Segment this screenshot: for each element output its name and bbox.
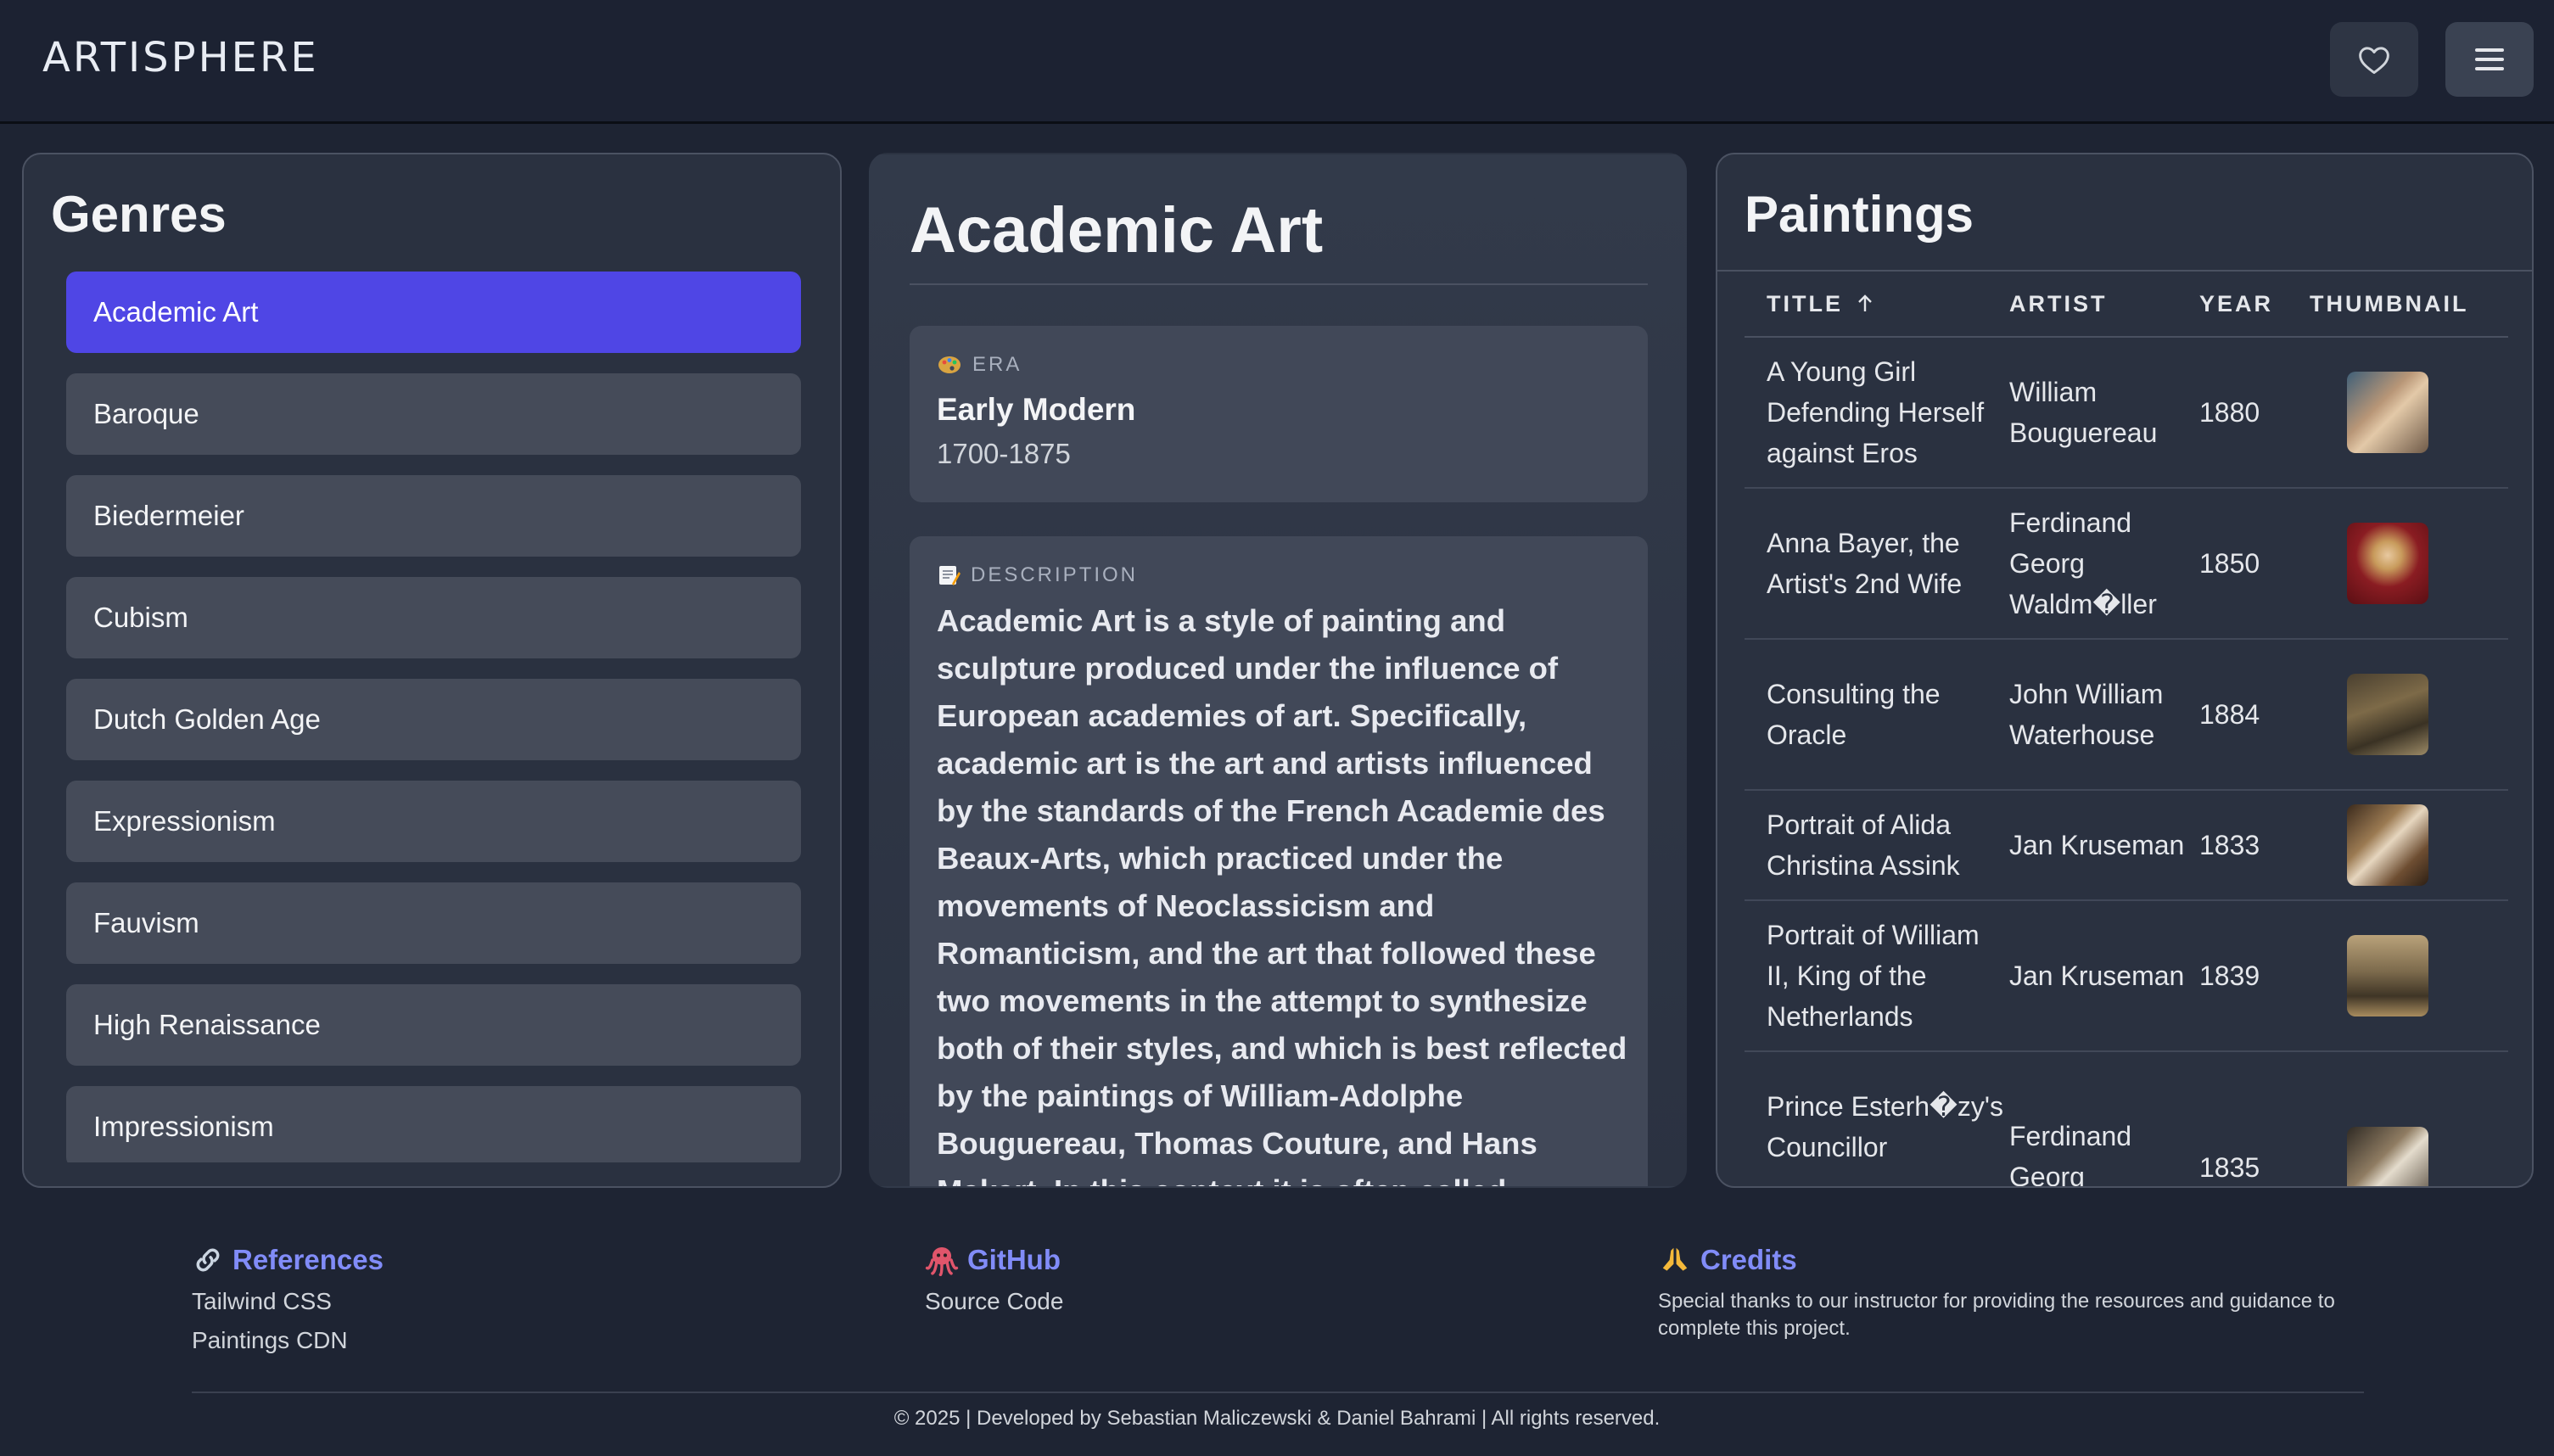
painting-year: 1880	[2199, 397, 2260, 428]
title-divider	[910, 283, 1648, 285]
memo-icon	[939, 566, 961, 585]
genres-title: Genres	[51, 186, 227, 243]
painting-artist: Ferdinand Georg Waldm�ller	[2009, 507, 2157, 619]
era-label-text: ERA	[972, 353, 1022, 376]
column-header-artist[interactable]: ARTIST	[2009, 291, 2199, 317]
paintings-table: TITLE ARTIST YEAR THUMBNAIL A Young Girl…	[1745, 272, 2508, 1186]
description-label-text: DESCRIPTION	[971, 563, 1139, 586]
era-label: ERA	[937, 353, 1022, 377]
link-source-code[interactable]: Source Code	[925, 1288, 1063, 1315]
painting-title: Prince Esterh�zy's Councillor	[1767, 1091, 2003, 1162]
column-header-title[interactable]: TITLE	[1745, 291, 2009, 317]
genre-description: Academic Art is a style of painting and …	[937, 603, 1627, 1186]
genre-item-cubism[interactable]: Cubism	[66, 577, 801, 658]
link-paintings-cdn[interactable]: Paintings CDN	[192, 1327, 384, 1354]
octopus-icon	[925, 1246, 959, 1276]
paintings-panel: Paintings TITLE ARTIST YEAR THUMBNAIL A …	[1716, 153, 2534, 1188]
painting-thumbnail[interactable]	[2347, 523, 2428, 604]
painting-artist: John William Waterhouse	[2009, 679, 2164, 750]
footer-credits: Credits Special thanks to our instructor…	[1658, 1244, 2379, 1342]
painting-thumbnail[interactable]	[2347, 372, 2428, 453]
heart-outline-icon	[2359, 47, 2389, 75]
painting-title: Anna Bayer, the Artist's 2nd Wife	[1767, 528, 1963, 599]
painting-title: Portrait of William II, King of the Neth…	[1767, 920, 1980, 1032]
description-card[interactable]: DESCRIPTION Academic Art is a style of p…	[910, 536, 1648, 1186]
painting-thumbnail[interactable]	[2347, 935, 2428, 1016]
painting-artist: Jan Kruseman	[2009, 830, 2185, 860]
era-name: Early Modern	[937, 392, 1136, 427]
painting-artist: William Bouguereau	[2009, 377, 2158, 448]
table-row[interactable]: Anna Bayer, the Artist's 2nd Wife Ferdin…	[1745, 489, 2508, 640]
github-heading: GitHub	[925, 1244, 1063, 1276]
genre-item-impressionism[interactable]: Impressionism	[66, 1086, 801, 1162]
github-title: GitHub	[967, 1244, 1061, 1275]
paintings-scroll-area[interactable]: Paintings TITLE ARTIST YEAR THUMBNAIL A …	[1717, 154, 2532, 1186]
column-title-label: TITLE	[1767, 290, 1843, 316]
painting-artist: Jan Kruseman	[2009, 960, 2185, 991]
era-card: ERA Early Modern 1700-1875	[910, 326, 1648, 502]
footer-divider	[192, 1392, 2364, 1393]
credits-heading: Credits	[1658, 1244, 2379, 1276]
painting-year: 1835	[2199, 1152, 2260, 1183]
painting-artist: Ferdinand Georg	[2009, 1121, 2132, 1186]
favorites-button[interactable]	[2330, 22, 2418, 97]
genre-item-fauvism[interactable]: Fauvism	[66, 882, 801, 964]
painting-thumbnail[interactable]	[2347, 1127, 2428, 1186]
table-row[interactable]: Consulting the Oracle John William Water…	[1745, 640, 2508, 791]
genre-item-high-renaissance[interactable]: High Renaissance	[66, 984, 801, 1066]
brand-logo[interactable]: ARTISPHERE	[42, 34, 319, 81]
footer-github: GitHub Source Code	[925, 1244, 1063, 1315]
palette-icon	[938, 356, 961, 373]
link-icon	[196, 1248, 220, 1272]
genre-item-expressionism[interactable]: Expressionism	[66, 781, 801, 862]
genres-panel: Genres Academic Art Baroque Biedermeier …	[22, 153, 842, 1188]
genre-item-dutch-golden-age[interactable]: Dutch Golden Age	[66, 679, 801, 760]
genre-item-biedermeier[interactable]: Biedermeier	[66, 475, 801, 557]
footer-references: References Tailwind CSS Paintings CDN	[192, 1244, 384, 1354]
genre-detail-title: Academic Art	[910, 194, 1324, 266]
painting-thumbnail[interactable]	[2347, 674, 2428, 755]
link-tailwind-css[interactable]: Tailwind CSS	[192, 1288, 384, 1315]
references-title: References	[232, 1244, 384, 1275]
hamburger-menu-icon	[2475, 42, 2504, 76]
folded-hands-icon	[1662, 1247, 1688, 1271]
table-row[interactable]: Prince Esterh�zy's Councillor Ferdinand …	[1745, 1052, 2508, 1186]
top-navbar: ARTISPHERE	[0, 0, 2554, 124]
credits-note: Special thanks to our instructor for pro…	[1658, 1290, 2335, 1340]
painting-year: 1833	[2199, 830, 2260, 860]
table-header: TITLE ARTIST YEAR THUMBNAIL	[1745, 272, 2508, 338]
era-years: 1700-1875	[937, 438, 1071, 469]
column-header-year[interactable]: YEAR	[2199, 291, 2310, 317]
genre-list: Academic Art Baroque Biedermeier Cubism …	[66, 272, 801, 1162]
painting-thumbnail[interactable]	[2347, 804, 2428, 886]
painting-year: 1839	[2199, 960, 2260, 991]
references-heading: References	[192, 1244, 384, 1276]
column-header-thumbnail: THUMBNAIL	[2310, 290, 2469, 316]
description-label: DESCRIPTION	[937, 563, 1138, 587]
painting-year: 1884	[2199, 699, 2260, 730]
painting-title: A Young Girl Defending Herself against E…	[1767, 356, 1985, 468]
genre-detail-panel: Academic Art ERA Early Modern 1700-1875	[869, 153, 1687, 1188]
paintings-title: Paintings	[1745, 186, 1974, 243]
genres-scroll-area[interactable]: Genres Academic Art Baroque Biedermeier …	[24, 154, 840, 1162]
arrow-up-icon	[1857, 294, 1872, 311]
table-row[interactable]: A Young Girl Defending Herself against E…	[1745, 338, 2508, 489]
painting-title: Portrait of Alida Christina Assink	[1767, 809, 1960, 881]
table-row[interactable]: Portrait of Alida Christina Assink Jan K…	[1745, 791, 2508, 901]
menu-button[interactable]	[2445, 22, 2534, 97]
copyright: © 2025 | Developed by Sebastian Maliczew…	[893, 1407, 1661, 1430]
genre-item-academic-art[interactable]: Academic Art	[66, 272, 801, 353]
painting-year: 1850	[2199, 548, 2260, 579]
credits-title: Credits	[1700, 1244, 1797, 1275]
table-row[interactable]: Portrait of William II, King of the Neth…	[1745, 901, 2508, 1052]
painting-title: Consulting the Oracle	[1767, 679, 1941, 750]
genre-item-baroque[interactable]: Baroque	[66, 373, 801, 455]
